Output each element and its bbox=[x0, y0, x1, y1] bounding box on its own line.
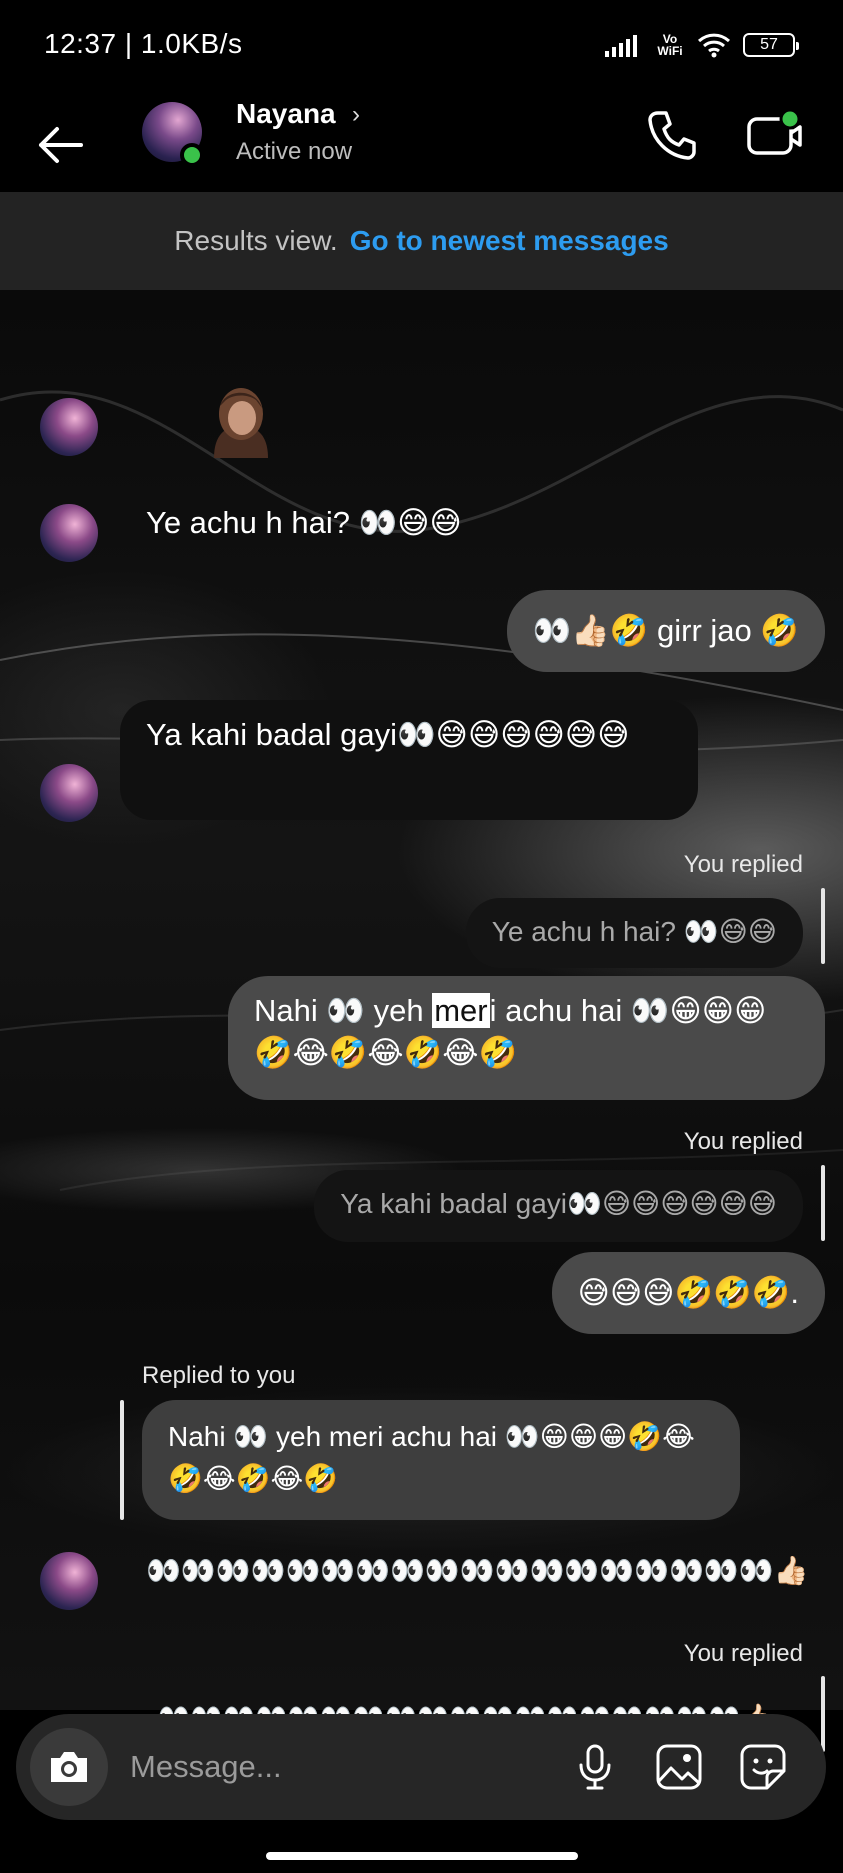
search-highlight: mer bbox=[432, 993, 490, 1028]
contact-status: Active now bbox=[236, 138, 353, 165]
contact-avatar-small[interactable] bbox=[40, 1552, 98, 1610]
contact-avatar-small[interactable] bbox=[40, 398, 98, 456]
go-to-newest-messages-link[interactable]: Go to newest messages bbox=[350, 225, 669, 257]
results-view-banner: Results view. Go to newest messages bbox=[0, 192, 843, 290]
chevron-right-icon: › bbox=[352, 101, 360, 128]
camera-button[interactable] bbox=[30, 1728, 108, 1806]
quote-bar bbox=[821, 1165, 825, 1241]
microphone-icon bbox=[579, 1744, 611, 1790]
message-input[interactable] bbox=[130, 1740, 450, 1794]
outgoing-message[interactable]: 👀👍🏻🤣 girr jao 🤣 bbox=[506, 590, 825, 672]
sticker-image[interactable] bbox=[196, 386, 286, 458]
gallery-button[interactable] bbox=[648, 1736, 710, 1798]
contact-avatar-small[interactable] bbox=[40, 764, 98, 822]
vowifi-icon: Vo WiFi bbox=[657, 32, 683, 58]
you-replied-label: You replied bbox=[683, 1128, 803, 1155]
camera-icon bbox=[51, 1752, 87, 1782]
battery-icon: 57 bbox=[743, 33, 799, 57]
quoted-message[interactable]: Ya kahi badal gayi👀😅😅😅😅😅😅 bbox=[314, 1170, 803, 1242]
online-indicator bbox=[180, 143, 204, 167]
you-replied-label: You replied bbox=[683, 1640, 803, 1667]
contact-avatar-small[interactable] bbox=[40, 504, 98, 562]
quote-bar bbox=[821, 1676, 825, 1752]
video-call-button[interactable] bbox=[744, 107, 804, 163]
outgoing-message[interactable]: 😅😅😅🤣🤣🤣. bbox=[551, 1252, 825, 1334]
incoming-message[interactable]: Ye achu h hai? 👀😅😅 bbox=[146, 502, 462, 544]
sticker-icon bbox=[740, 1744, 786, 1790]
phone-icon bbox=[648, 111, 696, 160]
replied-to-you-label: Replied to you bbox=[142, 1362, 296, 1389]
quoted-message[interactable]: Nahi 👀 yeh meri achu hai 👀😁😁😁🤣😂🤣😂🤣😂🤣 bbox=[142, 1400, 740, 1520]
incoming-message[interactable]: 👀👀👀👀👀👀👀👀👀👀👀👀👀👀👀👀👀👀👍🏻 bbox=[146, 1550, 808, 1592]
image-icon bbox=[656, 1744, 702, 1790]
back-arrow-icon bbox=[39, 127, 83, 163]
quote-bar bbox=[821, 888, 825, 964]
home-indicator[interactable] bbox=[266, 1852, 578, 1860]
video-call-icon bbox=[747, 108, 802, 155]
chat-header: Nayana › Active now bbox=[0, 95, 843, 195]
outgoing-message[interactable]: Nahi 👀 yeh meri achu hai 👀😁😁😁🤣😂🤣😂🤣😂🤣 bbox=[228, 976, 825, 1100]
signal-icon bbox=[605, 35, 637, 57]
status-icons: Vo WiFi 57 bbox=[605, 30, 799, 60]
sticker-button[interactable] bbox=[732, 1736, 794, 1798]
quote-bar bbox=[120, 1400, 124, 1520]
you-replied-label: You replied bbox=[683, 851, 803, 878]
voice-call-button[interactable] bbox=[644, 107, 700, 163]
status-time: 12:37 | 1.0KB/s bbox=[44, 28, 243, 59]
message-text: Nahi 👀 yeh bbox=[254, 993, 433, 1028]
status-bar: 12:37 | 1.0KB/s Vo WiFi 57 bbox=[0, 0, 843, 95]
back-button[interactable] bbox=[30, 115, 90, 175]
quoted-message[interactable]: Ye achu h hai? 👀😅😅 bbox=[465, 898, 803, 968]
microphone-button[interactable] bbox=[564, 1736, 626, 1798]
message-composer bbox=[16, 1714, 826, 1820]
incoming-message[interactable]: Ya kahi badal gayi👀😅😅😅😅😅😅 bbox=[120, 700, 698, 820]
results-view-text: Results view. bbox=[174, 225, 338, 256]
wifi-icon bbox=[697, 33, 731, 58]
contact-name[interactable]: Nayana bbox=[236, 98, 336, 130]
